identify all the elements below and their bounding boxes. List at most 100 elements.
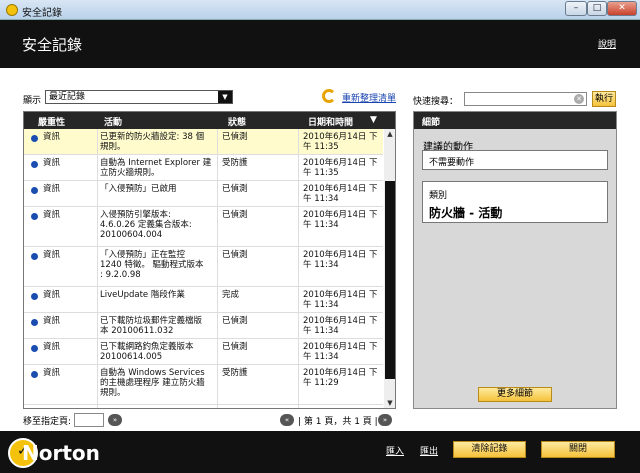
table-row[interactable]: 資訊 自動為 Internet Explorer 建 立防火牆規則。 受防護 2010… [24,155,383,181]
table-row[interactable]: 資訊 LiveUpdate 階段作業 完成 2010年6月14日 下 午 11:34 [24,287,383,313]
window-title: 安全記錄 [22,8,62,19]
row-activity: 入侵預防引擎版本: 4.6.0.26 定義集合版本: 20100604.004 [100,210,192,240]
info-dot-icon [31,319,38,326]
norton-logo-text: Norton [22,441,100,465]
row-datetime: 2010年6月14日 下 午 11:29 [303,368,378,388]
view-select-value: 最近記錄 [49,92,86,102]
page-title: 安全記錄 [22,36,83,54]
clear-search-icon[interactable]: ✕ [574,94,584,104]
filter-label: 顯示 [23,96,42,106]
clear-log-button[interactable]: 清除記錄 [453,441,526,458]
row-severity: 資訊 [43,316,61,326]
details-panel: 細節 建議的動作 不需要動作 類別 防火牆 - 活動 更多細節 [413,111,617,409]
row-severity: 資訊 [43,132,61,142]
row-severity: 資訊 [43,250,61,260]
search-label: 快速搜尋： [413,97,459,107]
close-button[interactable]: 關閉 [541,441,615,458]
refresh-list-link[interactable]: 重新整理清單 [342,91,396,104]
column-divider [217,129,218,408]
scrollbar-thumb[interactable] [385,181,395,379]
row-activity: 「入侵預防」正在監控 1240 特徵。 驅動程式版本 : 9.2.0.98 [100,250,204,280]
maximize-button[interactable]: □ [587,1,607,16]
row-datetime: 2010年6月14日 下 午 11:34 [303,316,378,336]
category-label: 類別 [429,191,448,201]
row-status: 已偵測 [222,210,248,220]
import-link[interactable]: 匯入 [386,444,404,457]
row-status: 已偵測 [222,316,248,326]
row-severity: 資訊 [43,368,61,378]
row-datetime: 2010年6月14日 下 午 11:34 [303,290,378,310]
refresh-icon[interactable] [322,89,336,103]
row-datetime: 2010年6月14日 下 午 11:35 [303,132,378,152]
column-datetime[interactable]: 日期和時間 [308,115,353,128]
jump-page-label: 移至指定頁: [23,417,72,427]
row-status: 完成 [222,290,240,300]
row-severity: 資訊 [43,342,61,352]
table-row[interactable]: 資訊 已下載防垃圾郵件定義檔版 本 20100611.032 已偵測 2010年6月1… [24,313,383,339]
search-go-button[interactable]: 執行 [592,91,616,107]
view-select[interactable]: 最近記錄 ▼ [45,90,233,104]
row-datetime: 2010年6月14日 下 午 11:34 [303,210,378,230]
row-activity: 「入侵預防」已啟用 [100,184,177,194]
info-dot-icon [31,161,38,168]
vertical-scrollbar[interactable]: ▲ ▼ [384,129,395,408]
table-row[interactable]: 資訊 自動為 Windows Services 的主機處理程序 建立防火牆 規則。… [24,365,383,405]
jump-page-input[interactable] [74,413,104,427]
row-severity: 資訊 [43,184,61,194]
details-title: 細節 [414,112,616,129]
row-activity: 已下載防垃圾郵件定義檔版 本 20100611.032 [100,316,203,336]
row-status: 已偵測 [222,184,248,194]
row-activity: 自動為 Windows Services 的主機處理程序 建立防火牆 規則。 [100,368,205,398]
row-severity: 資訊 [43,158,61,168]
info-dot-icon [31,371,38,378]
column-divider [97,129,98,408]
row-datetime: 2010年6月14日 下 午 11:35 [303,158,378,178]
info-dot-icon [31,253,38,260]
more-details-button[interactable]: 更多細節 [478,387,552,402]
column-status[interactable]: 狀態 [228,115,246,128]
recommended-action-value: 不需要動作 [422,150,608,170]
column-severity[interactable]: 嚴重性 [38,115,65,128]
column-divider [298,129,299,408]
info-dot-icon [31,293,38,300]
next-page-button[interactable]: » [378,414,392,426]
row-datetime: 2010年6月14日 下 午 11:34 [303,342,378,362]
row-status: 受防護 [222,368,248,378]
export-link[interactable]: 匯出 [420,444,438,457]
close-window-button[interactable]: ✕ [607,1,637,16]
row-activity: LiveUpdate 階段作業 [100,290,185,300]
info-dot-icon [31,345,38,352]
column-activity[interactable]: 活動 [104,115,122,128]
prev-page-button[interactable]: « [280,414,294,426]
log-table: 嚴重性 活動 狀態 日期和時間 ▼ 資訊 已更新的防火牆設定: 38 個 規則。已… [23,111,396,409]
row-activity: 已更新的防火牆設定: 38 個 規則。 [100,132,205,152]
row-activity: 自動為 Internet Explorer 建 立防火牆規則。 [100,158,212,178]
row-status: 已偵測 [222,342,248,352]
table-row[interactable]: 資訊 「入侵預防」已啟用 已偵測 2010年6月14日 下 午 11:34 [24,181,383,207]
sort-desc-icon[interactable]: ▼ [370,115,377,125]
row-status: 已偵測 [222,132,248,142]
row-datetime: 2010年6月14日 下 午 11:34 [303,250,378,270]
jump-go-button[interactable]: » [108,414,122,426]
table-header: 嚴重性 活動 狀態 日期和時間 ▼ [24,112,395,129]
row-activity: 已下載網路釣魚定義版本 20100614.005 [100,342,194,362]
page-info: | 第 1 頁，共 1 頁 | [298,417,378,427]
table-row[interactable]: 資訊 「入侵預防」正在監控 1240 特徵。 驅動程式版本 : 9.2.0.98 已… [24,247,383,287]
chevron-down-icon[interactable]: ▼ [218,91,232,103]
minimize-button[interactable]: – [565,1,587,16]
row-severity: 資訊 [43,290,61,300]
scroll-up-icon[interactable]: ▲ [385,130,395,139]
info-dot-icon [31,187,38,194]
row-datetime: 2010年6月14日 下 午 11:34 [303,184,378,204]
search-input[interactable]: ✕ [464,92,587,106]
norton-app-icon [6,4,18,16]
table-row[interactable]: 資訊 已下載網路釣魚定義版本 20100614.005 已偵測 2010年6月14日 … [24,339,383,365]
page-header: 安全記錄 說明 [0,20,640,68]
category-box: 類別 防火牆 - 活動 [422,181,608,223]
scroll-down-icon[interactable]: ▼ [385,399,395,408]
table-row[interactable]: 資訊 已更新的防火牆設定: 38 個 規則。 已偵測 2010年6月14日 下 午 1… [24,129,383,155]
window-titlebar: 安全記錄 – □ ✕ [0,0,640,20]
help-link[interactable]: 說明 [598,37,616,50]
category-value: 防火牆 - 活動 [429,206,503,220]
table-row[interactable]: 資訊 入侵預防引擎版本: 4.6.0.26 定義集合版本: 20100604.00… [24,207,383,247]
